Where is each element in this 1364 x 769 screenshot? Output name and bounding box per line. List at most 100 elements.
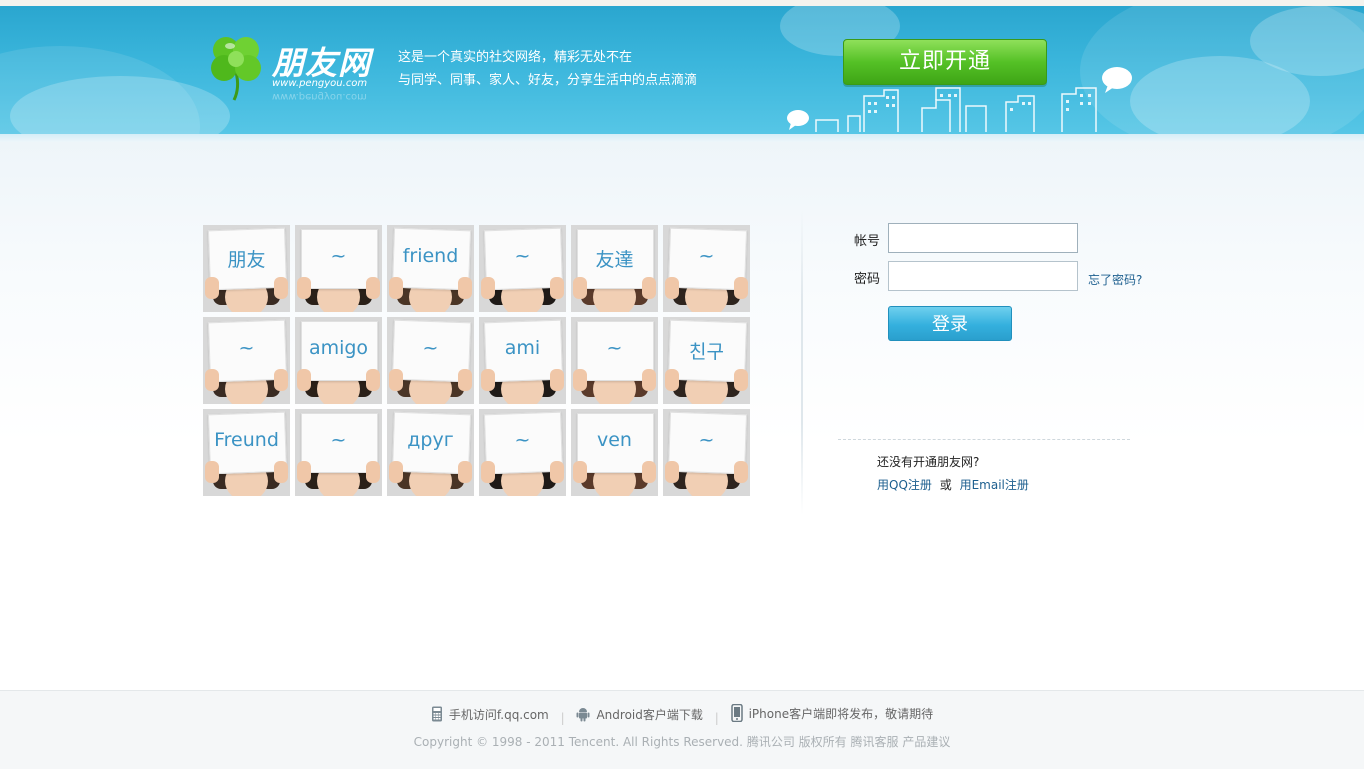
hand <box>550 277 564 299</box>
rights-text: 版权所有 <box>798 735 847 749</box>
logo-url: www.pengyou.com <box>272 78 368 89</box>
account-input[interactable] <box>888 223 1078 253</box>
photo-tile: ~ <box>387 317 474 404</box>
photo-tile: ~ <box>295 225 382 312</box>
footer: 手机访问f.qq.com | Android客户端下载 | iPhone客户端即… <box>0 690 1364 769</box>
tagline: 这是一个真实的社交网络，精彩无处不在 与同学、同事、家人、好友，分享生活中的点点… <box>398 46 697 92</box>
product-suggest-link[interactable]: 产品建议 <box>902 735 950 749</box>
hand <box>550 461 564 483</box>
tencent-company-link[interactable]: 腾讯公司 <box>747 735 795 749</box>
sign-word: ~ <box>606 337 623 359</box>
photo-tile: friend <box>387 225 474 312</box>
android-download-item[interactable]: Android客户端下载 <box>576 706 703 723</box>
hand <box>458 461 472 483</box>
mobile-access-item[interactable]: 手机访问f.qq.com <box>431 706 549 723</box>
photo-tile: ven <box>571 409 658 496</box>
sign-word: friend <box>402 245 459 267</box>
mobile-access-label: 手机访问f.qq.com <box>448 707 549 722</box>
hand <box>366 277 380 299</box>
footer-links: 手机访问f.qq.com | Android客户端下载 | iPhone客户端即… <box>0 704 1364 725</box>
login-button[interactable]: 登录 <box>888 306 1012 341</box>
hand <box>205 461 219 483</box>
sign-word: ~ <box>698 245 715 267</box>
forgot-password-link[interactable]: 忘了密码? <box>1088 271 1142 288</box>
hand <box>297 277 311 299</box>
photo-tile: 朋友 <box>203 225 290 312</box>
hand <box>389 277 403 299</box>
email-register-link[interactable]: 用Email注册 <box>960 478 1029 492</box>
tagline-line2: 与同学、同事、家人、好友，分享生活中的点点滴滴 <box>398 73 698 88</box>
photo-tile: 友達 <box>571 225 658 312</box>
iphone-icon <box>730 704 743 722</box>
sign-word: ~ <box>514 245 531 267</box>
register-links: 用QQ注册 或 用Email注册 <box>877 476 1029 493</box>
hand <box>274 369 288 391</box>
photo-tile: Freund <box>203 409 290 496</box>
photo-tile: ~ <box>663 225 750 312</box>
hand <box>389 369 403 391</box>
photo-tile: ami <box>479 317 566 404</box>
clover-logo-icon <box>211 37 261 101</box>
tencent-service-link[interactable]: 腾讯客服 <box>851 735 899 749</box>
hand <box>274 277 288 299</box>
hand <box>642 277 656 299</box>
speech-bubble-icon <box>787 110 809 130</box>
hand <box>297 369 311 391</box>
password-input[interactable] <box>888 261 1078 291</box>
hand <box>481 461 495 483</box>
hand <box>642 369 656 391</box>
android-icon <box>576 708 590 722</box>
hand <box>734 277 748 299</box>
logo[interactable]: 朋友网 www.pengyou.com www.pengyou.com <box>206 32 386 112</box>
hand <box>734 461 748 483</box>
friends-photo-grid: 朋友 ~ friend ~ 友達 ~ ~ amigo ~ ami ~ 친구 Freund ~ друг ~ ve… <box>203 225 755 499</box>
hand <box>734 369 748 391</box>
header-shadow <box>0 134 1364 142</box>
sign-word: ami <box>504 337 541 359</box>
sign-word: друг <box>407 429 454 451</box>
sign-word: ~ <box>238 337 255 359</box>
hand <box>366 461 380 483</box>
account-label: 帐号 <box>854 234 881 249</box>
sign-word: ~ <box>422 337 439 359</box>
city-skyline-illustration <box>815 87 1097 132</box>
photo-tile: ~ <box>203 317 290 404</box>
sign-word: ~ <box>330 429 347 451</box>
photo-tile: ~ <box>479 225 566 312</box>
photo-tile: ~ <box>571 317 658 404</box>
sign-word: 友達 <box>595 249 634 271</box>
logo-url-reflection: www.pengyou.com <box>272 91 367 102</box>
no-account-text: 还没有开通朋友网? <box>877 455 980 469</box>
hand <box>458 277 472 299</box>
header-banner: 朋友网 www.pengyou.com www.pengyou.com 这是一个… <box>0 6 1364 134</box>
copyright: Copyright © 1998 - 2011 Tencent. All Rig… <box>0 733 1364 750</box>
hand <box>642 461 656 483</box>
sign-word: amigo <box>308 337 369 359</box>
photo-tile: ~ <box>663 409 750 496</box>
or-text: 或 <box>939 478 952 492</box>
iphone-item[interactable]: iPhone客户端即将发布，敬请期待 <box>730 704 933 722</box>
hand <box>205 277 219 299</box>
qq-register-link[interactable]: 用QQ注册 <box>877 478 932 492</box>
hand <box>205 369 219 391</box>
hand <box>665 461 679 483</box>
tagline-line1: 这是一个真实的社交网络，精彩无处不在 <box>398 50 633 65</box>
photo-tile: ~ <box>295 409 382 496</box>
dashed-divider <box>838 439 1130 440</box>
hand <box>389 461 403 483</box>
open-now-button[interactable]: 立即开通 <box>843 39 1047 85</box>
hand <box>274 461 288 483</box>
hand <box>573 369 587 391</box>
copyright-text: Copyright © 1998 - 2011 Tencent. All Rig… <box>413 735 743 749</box>
sign-word: ven <box>597 429 632 451</box>
hand <box>481 369 495 391</box>
hand <box>366 369 380 391</box>
android-download-label: Android客户端下载 <box>596 707 703 722</box>
sign-word: 친구 <box>689 341 724 363</box>
sign-word: ~ <box>698 429 715 451</box>
hand <box>665 369 679 391</box>
vertical-divider <box>801 210 803 515</box>
phone-icon <box>431 706 442 722</box>
photo-tile: друг <box>387 409 474 496</box>
photo-tile: amigo <box>295 317 382 404</box>
